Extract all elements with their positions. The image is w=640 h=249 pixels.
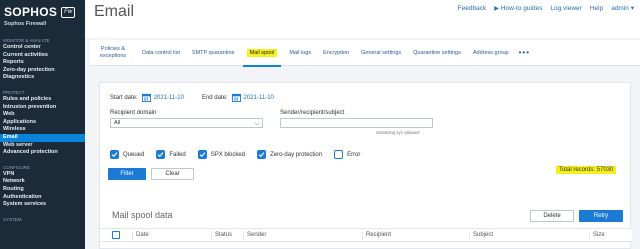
tab-mail-spool-label: Mail spool bbox=[246, 48, 278, 57]
queued-checkbox[interactable]: Queued bbox=[110, 150, 144, 159]
recipient-domain-label: Recipient domain bbox=[110, 110, 157, 116]
chevron-down-icon: ▾ bbox=[630, 5, 634, 12]
sidebar-item-vpn[interactable]: VPN bbox=[0, 171, 85, 179]
sender-recipient-subject-input[interactable] bbox=[280, 118, 433, 128]
tab-data-control-list[interactable]: Data control list bbox=[136, 40, 186, 66]
sidebar-section-system: SYSTEM bbox=[3, 216, 22, 222]
tab-quarantine-settings[interactable]: Quarantine settings bbox=[407, 40, 467, 66]
column-date[interactable]: Date bbox=[132, 232, 149, 240]
failed-checkbox[interactable]: Failed bbox=[156, 150, 186, 159]
log-viewer-link[interactable]: Log viewer bbox=[550, 5, 581, 12]
header: Email Feedback ▶ How-to guides Log viewer… bbox=[85, 0, 640, 38]
sidebar-item-advanced-protection[interactable]: Advanced protection bbox=[0, 149, 85, 157]
zero-day-protection-checkbox[interactable]: Zero-day protection bbox=[257, 150, 322, 159]
checkbox-checked bbox=[110, 150, 119, 159]
recipient-domain-select[interactable]: All ⌵ bbox=[110, 118, 263, 128]
calendar-icon[interactable] bbox=[141, 93, 151, 102]
error-label: Error bbox=[347, 151, 361, 158]
column-subject[interactable]: Subject bbox=[469, 232, 493, 240]
total-records-value: 57030 bbox=[596, 167, 614, 173]
admin-menu[interactable]: admin ▾ bbox=[611, 4, 634, 12]
help-link[interactable]: Help bbox=[590, 5, 603, 12]
sidebar-item-current-activities[interactable]: Current activities bbox=[0, 52, 85, 60]
sidebar-item-web-server[interactable]: Web server bbox=[0, 142, 85, 150]
zero-day-protection-label: Zero-day protection bbox=[270, 151, 323, 158]
column-status[interactable]: Status bbox=[211, 232, 232, 240]
date-range: Start date: 2021-11-10 End date: 2021-11… bbox=[110, 93, 292, 102]
brand: SOPHOS Fw Sophos Firewall bbox=[0, 0, 85, 30]
end-date-label: End date: bbox=[201, 94, 228, 101]
column-recipient[interactable]: Recipient bbox=[362, 232, 391, 240]
tab-bar: Policies & exceptions Data control list … bbox=[90, 40, 640, 67]
recipient-domain-value: All bbox=[114, 120, 121, 126]
sidebar-item-diagnostics[interactable]: Diagnostics bbox=[0, 74, 85, 82]
column-sender[interactable]: Sender bbox=[243, 232, 266, 240]
column-size[interactable]: Size bbox=[589, 232, 605, 240]
sidebar-item-system-services[interactable]: System services bbox=[0, 201, 85, 209]
table-header: Date Status Sender Recipient Subject Siz… bbox=[100, 228, 632, 242]
product-badge: Fw bbox=[61, 6, 76, 18]
retry-button[interactable]: Retry bbox=[579, 210, 623, 222]
sidebar-item-intrusion-prevention[interactable]: Intrusion prevention bbox=[0, 104, 85, 112]
page-title: Email bbox=[94, 3, 135, 20]
checkbox-checked bbox=[257, 150, 267, 159]
sidebar-item-control-center[interactable]: Control center bbox=[0, 44, 85, 52]
calendar-icon[interactable] bbox=[231, 93, 241, 102]
checkbox-checked bbox=[156, 150, 166, 159]
brand-logo: SOPHOS bbox=[4, 5, 58, 19]
queued-label: Queued bbox=[123, 151, 145, 158]
tab-smtp-quarantine[interactable]: SMTP quarantine bbox=[186, 40, 241, 66]
checkbox-checked bbox=[197, 150, 207, 159]
end-date-value[interactable]: 2021-11-10 bbox=[244, 95, 274, 101]
total-records-label: Total records: bbox=[559, 167, 596, 173]
sidebar-item-network[interactable]: Network bbox=[0, 178, 85, 186]
sidebar-item-rules-and-policies[interactable]: Rules and policies bbox=[0, 96, 85, 104]
tab-general-settings[interactable]: General settings bbox=[355, 40, 407, 66]
sidebar-item-web[interactable]: Web bbox=[0, 111, 85, 119]
total-records: Total records: 57030 bbox=[556, 166, 617, 174]
start-date-label: Start date: bbox=[110, 94, 138, 101]
sidebar: SOPHOS Fw Sophos Firewall MONITOR & ANAL… bbox=[0, 0, 85, 249]
sender-recipient-subject-label: Sender/recipient/subject bbox=[280, 110, 345, 116]
tab-mail-logs[interactable]: Mail logs bbox=[283, 40, 317, 66]
sidebar-item-wireless[interactable]: Wireless bbox=[0, 126, 85, 134]
section-title: Mail spool data bbox=[112, 210, 173, 220]
video-icon: ▶ bbox=[494, 5, 499, 12]
checkbox-unchecked bbox=[334, 150, 344, 159]
tab-address-group[interactable]: Address group bbox=[467, 40, 515, 66]
feedback-link[interactable]: Feedback bbox=[458, 5, 487, 12]
filter-button[interactable]: Filter bbox=[108, 168, 146, 180]
chevron-down-icon: ⌵ bbox=[254, 121, 259, 127]
clear-button[interactable]: Clear bbox=[151, 168, 194, 180]
tab-mail-spool[interactable]: Mail spool bbox=[241, 40, 284, 67]
sidebar-item-email[interactable]: Email bbox=[0, 133, 85, 142]
spx-blocked-checkbox[interactable]: SPX blocked bbox=[197, 150, 246, 159]
start-date-value[interactable]: 2021-11-10 bbox=[154, 95, 184, 101]
sidebar-item-reports[interactable]: Reports bbox=[0, 59, 85, 67]
error-checkbox[interactable]: Error bbox=[334, 150, 360, 159]
sidebar-item-routing[interactable]: Routing bbox=[0, 186, 85, 194]
substring-hint: Substring xyz allowed bbox=[376, 130, 420, 135]
sidebar-item-authentication[interactable]: Authentication bbox=[0, 194, 85, 202]
delete-button[interactable]: Delete bbox=[530, 210, 574, 222]
how-to-guides-label: How-to guides bbox=[500, 4, 543, 12]
tab-policies-exceptions[interactable]: Policies & exceptions bbox=[90, 40, 136, 66]
tab-encryption[interactable]: Encryption bbox=[317, 40, 355, 66]
more-tabs-icon[interactable]: ••• bbox=[515, 48, 530, 57]
how-to-guides-link[interactable]: ▶ How-to guides bbox=[494, 5, 542, 12]
brand-subtitle: Sophos Firewall bbox=[4, 21, 47, 27]
admin-label: admin bbox=[611, 5, 629, 12]
select-all-checkbox[interactable] bbox=[112, 231, 120, 239]
sidebar-item-zero-day-protection[interactable]: Zero-day protection bbox=[0, 67, 85, 75]
spx-blocked-label: SPX blocked bbox=[210, 151, 246, 158]
sidebar-nav: MONITOR & ANALYZE Control center Current a… bbox=[0, 38, 85, 223]
status-checkboxes: Queued Failed SPX blocked Zero-day prote… bbox=[110, 150, 372, 159]
failed-label: Failed bbox=[169, 151, 186, 158]
header-links: Feedback ▶ How-to guides Log viewer Help … bbox=[458, 4, 634, 13]
sidebar-item-applications[interactable]: Applications bbox=[0, 119, 85, 127]
mail-spool-panel: Start date: 2021-11-10 End date: 2021-11… bbox=[99, 82, 632, 249]
